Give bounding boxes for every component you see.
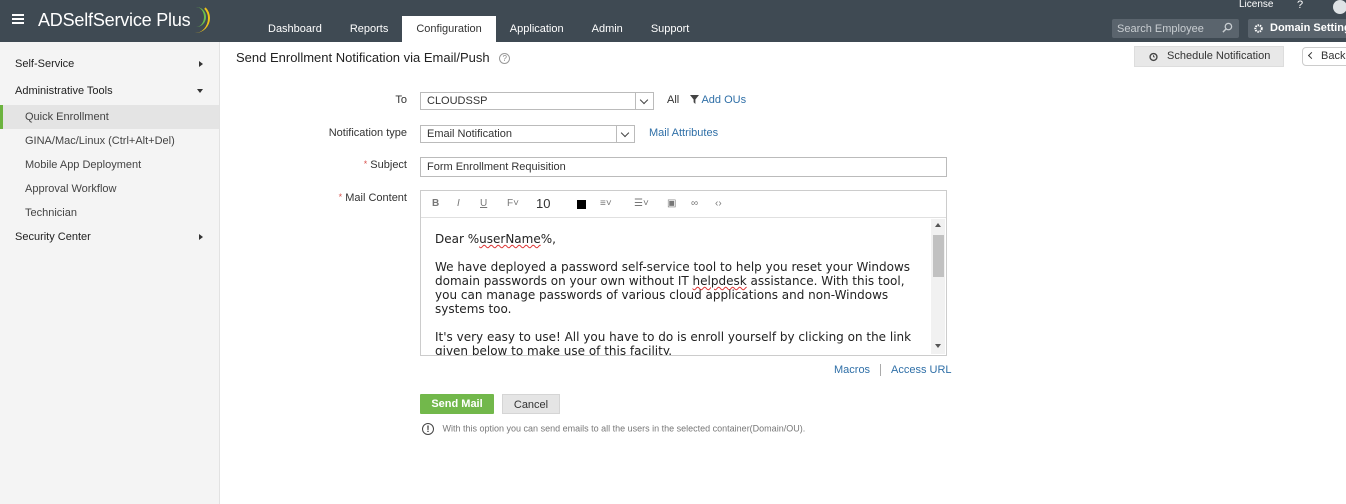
bold-icon[interactable]: B xyxy=(432,198,439,209)
italic-icon[interactable]: I xyxy=(457,198,460,209)
send-mail-button[interactable]: Send Mail xyxy=(420,394,494,414)
scroll-down-arrow-icon[interactable] xyxy=(935,344,941,348)
sidebar: Self-Service Administrative Tools Quick … xyxy=(0,42,220,504)
subject-label-text: Subject xyxy=(370,159,407,171)
search-icon[interactable] xyxy=(1222,22,1233,33)
tab-application[interactable]: Application xyxy=(496,16,578,42)
tab-reports[interactable]: Reports xyxy=(336,16,403,42)
notification-type-select[interactable]: Email Notification xyxy=(420,125,635,143)
sidebar-section-security-center[interactable]: Security Center xyxy=(0,225,219,249)
alarm-clock-icon xyxy=(1149,52,1158,62)
sidebar-item-technician[interactable]: Technician xyxy=(0,201,219,225)
subject-input[interactable] xyxy=(420,157,947,177)
tab-support[interactable]: Support xyxy=(637,16,704,42)
schedule-notification-label: Schedule Notification xyxy=(1167,50,1271,62)
expand-arrow-icon xyxy=(199,234,203,240)
align-icon[interactable]: ≡˅ xyxy=(600,198,612,209)
required-asterisk: * xyxy=(363,159,368,169)
mail-body-text[interactable]: Dear %userName%, We have deployed a pass… xyxy=(421,219,931,355)
user-avatar-icon[interactable] xyxy=(1333,0,1346,14)
domain-settings-button[interactable]: Domain Settings xyxy=(1248,19,1346,38)
collapse-arrow-icon xyxy=(197,89,203,93)
greeting-suffix: %, xyxy=(540,232,556,246)
license-link[interactable]: License xyxy=(1239,0,1273,10)
sidebar-section-self-service[interactable]: Self-Service xyxy=(0,52,219,76)
to-label: To xyxy=(395,94,407,106)
chevron-down-icon xyxy=(635,93,653,109)
mail-paragraph-2: It's very easy to use! All you have to d… xyxy=(435,330,912,355)
tab-configuration[interactable]: Configuration xyxy=(402,16,496,42)
tab-admin[interactable]: Admin xyxy=(578,16,637,42)
sidebar-section-administrative-tools[interactable]: Administrative Tools xyxy=(0,79,219,103)
page-title-text: Send Enrollment Notification via Email/P… xyxy=(236,50,490,65)
image-icon[interactable]: ▣ xyxy=(667,198,676,209)
info-exclamation-icon: ! xyxy=(422,423,434,435)
main-nav: Dashboard Reports Configuration Applicat… xyxy=(254,16,703,42)
sidebar-section-label: Self-Service xyxy=(15,58,75,70)
top-bar: ADSelfService Plus Dashboard Reports Con… xyxy=(0,0,1346,42)
subject-label: * Subject xyxy=(321,159,407,171)
all-label: All xyxy=(667,94,680,106)
mail-paragraph-1: We have deployed a password self-service… xyxy=(435,260,915,316)
required-asterisk: * xyxy=(338,192,343,202)
scroll-up-arrow-icon[interactable] xyxy=(935,223,941,227)
chevron-down-icon xyxy=(616,126,634,142)
mail-greeting: Dear %userName%, xyxy=(435,232,915,246)
to-select[interactable]: CLOUDSSP xyxy=(420,92,654,110)
gear-icon xyxy=(1254,24,1263,33)
mail-content-label-text: Mail Content xyxy=(345,192,407,204)
scroll-thumb[interactable] xyxy=(933,235,944,277)
code-icon[interactable]: ‹› xyxy=(715,198,722,209)
page-title: Send Enrollment Notification via Email/P… xyxy=(236,50,511,65)
link-separator xyxy=(880,364,881,376)
list-icon[interactable]: ☰˅ xyxy=(634,198,649,209)
main-content: Send Enrollment Notification via Email/P… xyxy=(221,42,1346,504)
font-family-icon[interactable]: F˅ xyxy=(507,198,519,209)
font-size-select[interactable]: 10 xyxy=(536,196,550,211)
search-employee-input[interactable] xyxy=(1112,19,1217,38)
help-question-icon[interactable]: ? xyxy=(499,53,511,65)
greeting-prefix: Dear % xyxy=(435,232,480,246)
greeting-variable: userName xyxy=(479,232,541,246)
sidebar-item-quick-enrollment[interactable]: Quick Enrollment xyxy=(0,105,219,129)
sidebar-item-mobile-app-deployment[interactable]: Mobile App Deployment xyxy=(0,153,219,177)
schedule-notification-button[interactable]: Schedule Notification xyxy=(1134,46,1284,67)
add-ous-link[interactable]: Add OUs xyxy=(690,94,746,106)
back-label: Back xyxy=(1321,50,1346,62)
expand-arrow-icon xyxy=(199,61,203,67)
employee-search xyxy=(1112,19,1239,38)
macros-link[interactable]: Macros xyxy=(834,364,870,376)
editor-scrollbar[interactable] xyxy=(931,219,945,354)
editor-toolbar: B I U F˅ 10 ≡˅ ☰˅ ▣ ∞ ‹› xyxy=(421,191,946,218)
text-color-icon[interactable] xyxy=(577,200,586,209)
mail-content-editor: B I U F˅ 10 ≡˅ ☰˅ ▣ ∞ ‹› Dear %userName%… xyxy=(420,190,947,356)
app-logo[interactable]: ADSelfService Plus xyxy=(38,10,191,31)
sidebar-section-label: Administrative Tools xyxy=(15,85,113,97)
domain-settings-label: Domain Settings xyxy=(1270,22,1346,34)
hamburger-menu-icon[interactable] xyxy=(12,14,24,24)
add-ous-label: Add OUs xyxy=(701,94,747,106)
cancel-button[interactable]: Cancel xyxy=(502,394,560,414)
chevron-left-icon xyxy=(1307,51,1316,60)
mail-attributes-link[interactable]: Mail Attributes xyxy=(649,127,718,139)
to-select-value: CLOUDSSP xyxy=(427,95,488,107)
link-icon[interactable]: ∞ xyxy=(691,198,698,209)
filter-icon xyxy=(690,95,699,104)
tab-dashboard[interactable]: Dashboard xyxy=(254,16,336,42)
help-icon[interactable]: ? xyxy=(1297,0,1303,11)
info-note-text: With this option you can send emails to … xyxy=(442,423,806,434)
access-url-link[interactable]: Access URL xyxy=(891,364,952,376)
sidebar-item-approval-workflow[interactable]: Approval Workflow xyxy=(0,177,219,201)
underline-icon[interactable]: U xyxy=(480,198,487,209)
notification-type-value: Email Notification xyxy=(427,128,512,140)
notification-type-label: Notification type xyxy=(328,127,407,139)
info-note: ! With this option you can send emails t… xyxy=(422,423,805,435)
mail-content-label: * Mail Content xyxy=(281,192,407,204)
sidebar-section-label: Security Center xyxy=(15,231,91,243)
sidebar-item-gina-mac-linux[interactable]: GINA/Mac/Linux (Ctrl+Alt+Del) xyxy=(0,129,219,153)
back-button[interactable]: Back xyxy=(1302,47,1346,66)
para1-helpdesk: helpdesk xyxy=(692,274,747,288)
